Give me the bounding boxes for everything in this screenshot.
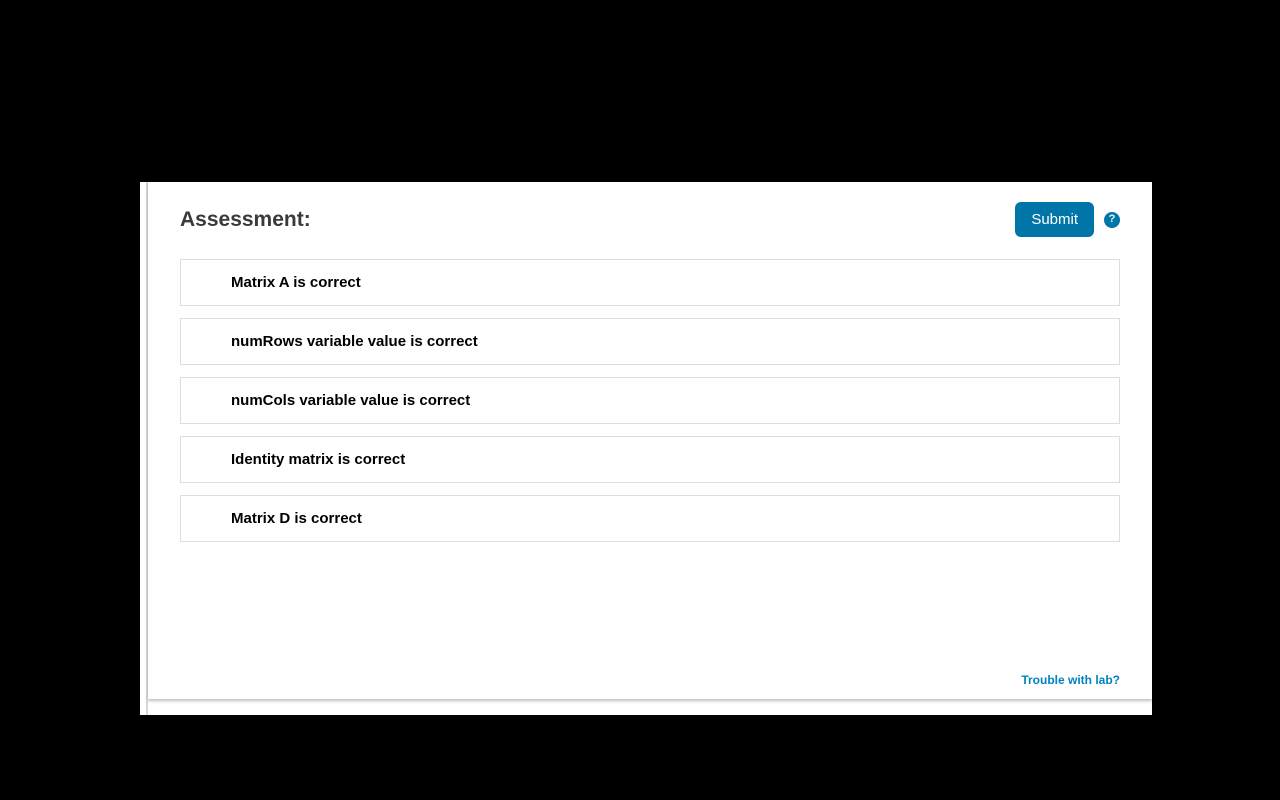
submit-button[interactable]: Submit — [1015, 202, 1094, 237]
assessment-item[interactable]: Matrix D is correct — [180, 495, 1120, 542]
assessment-item[interactable]: numCols variable value is correct — [180, 377, 1120, 424]
assessment-item[interactable]: Identity matrix is correct — [180, 436, 1120, 483]
panel-footer: Trouble with lab? — [180, 663, 1120, 687]
assessment-items: Matrix A is correct numRows variable val… — [180, 259, 1120, 663]
assessment-item-label: Matrix A is correct — [231, 274, 361, 291]
panel-title: Assessment: — [180, 208, 311, 232]
assessment-panel: Assessment: Submit ? Matrix A is correct… — [148, 182, 1152, 699]
assessment-item[interactable]: Matrix A is correct — [180, 259, 1120, 306]
assessment-item-label: numCols variable value is correct — [231, 392, 470, 409]
assessment-item-label: Matrix D is correct — [231, 510, 362, 527]
trouble-link[interactable]: Trouble with lab? — [1021, 673, 1120, 687]
assessment-item[interactable]: numRows variable value is correct — [180, 318, 1120, 365]
help-icon[interactable]: ? — [1104, 212, 1120, 228]
header-actions: Submit ? — [1015, 202, 1120, 237]
assessment-item-label: numRows variable value is correct — [231, 333, 478, 350]
assessment-item-label: Identity matrix is correct — [231, 451, 405, 468]
panel-header: Assessment: Submit ? — [180, 202, 1120, 237]
assessment-frame: Assessment: Submit ? Matrix A is correct… — [140, 182, 1152, 715]
